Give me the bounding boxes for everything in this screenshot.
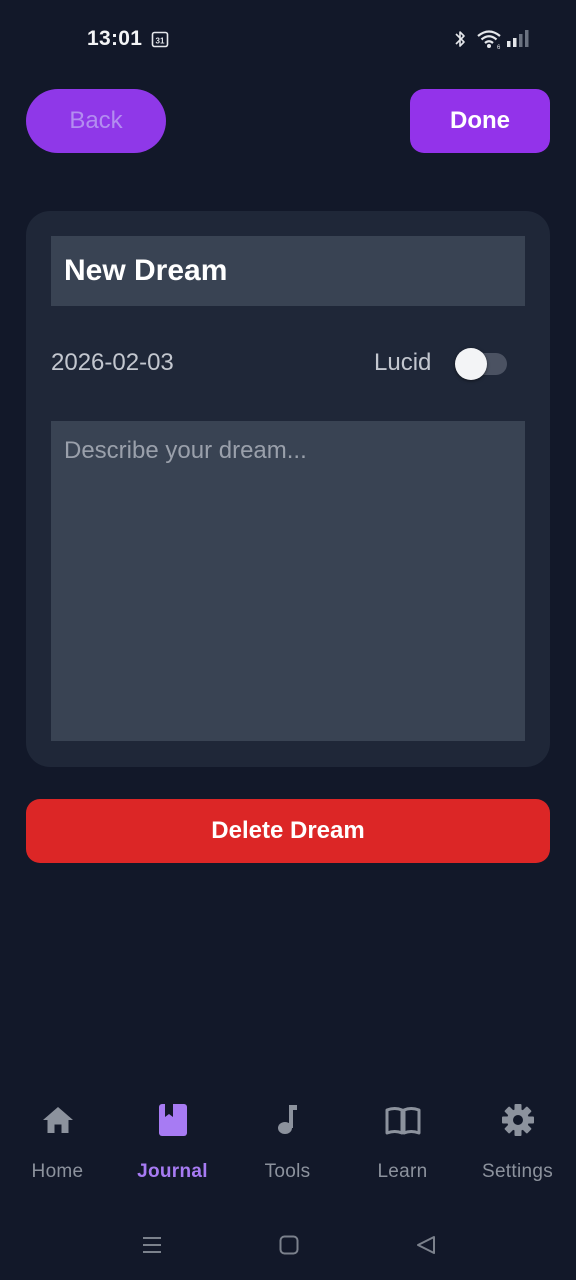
music-note-icon — [277, 1105, 297, 1134]
nav-item-settings[interactable]: Settings — [460, 1085, 575, 1205]
back-triangle-icon[interactable] — [414, 1234, 438, 1256]
gear-icon — [501, 1104, 534, 1136]
nav-label-settings: Settings — [481, 1161, 554, 1182]
toggle-thumb — [455, 348, 487, 380]
bluetooth-icon — [455, 31, 465, 47]
nav-item-tools[interactable]: Tools — [230, 1085, 345, 1205]
back-button[interactable]: Back — [26, 89, 166, 153]
book-icon — [385, 1107, 420, 1135]
signal-icon — [507, 30, 529, 47]
recents-icon[interactable] — [140, 1234, 164, 1256]
dream-description-input[interactable] — [51, 421, 525, 741]
nav-label-tools: Tools — [264, 1161, 311, 1182]
wifi-icon: 6 — [477, 30, 501, 50]
dream-card: 2026-02-03 Lucid — [26, 211, 550, 767]
lucid-toggle[interactable] — [455, 348, 509, 380]
nav-label-learn: Learn — [377, 1161, 428, 1182]
status-time: 13:01 — [87, 27, 143, 50]
delete-dream-button[interactable]: Delete Dream — [26, 799, 550, 863]
system-nav-bar — [0, 1215, 576, 1280]
calendar-icon: 31 — [151, 31, 169, 48]
nav-item-journal[interactable]: Journal — [115, 1085, 230, 1205]
nav-label-home: Home — [31, 1161, 84, 1182]
dream-title-input[interactable] — [51, 236, 525, 306]
dream-date[interactable]: 2026-02-03 — [51, 349, 174, 377]
bottom-nav: Home Journal Tools Learn Settings — [0, 1085, 576, 1205]
nav-item-learn[interactable]: Learn — [345, 1085, 460, 1205]
calendar-day: 31 — [156, 37, 165, 46]
status-bar: 13:01 31 6 — [0, 0, 576, 80]
done-button[interactable]: Done — [410, 89, 550, 153]
home-icon — [42, 1107, 73, 1133]
nav-item-home[interactable]: Home — [0, 1085, 115, 1205]
svg-text:6: 6 — [497, 45, 501, 50]
dream-editor-screen: 13:01 31 6 Back Done 2026-02-03 Lucid — [0, 0, 576, 1280]
nav-label-journal: Journal — [137, 1161, 208, 1182]
lucid-label: Lucid — [374, 349, 432, 376]
journal-icon — [158, 1104, 187, 1136]
home-square-icon[interactable] — [278, 1234, 300, 1256]
